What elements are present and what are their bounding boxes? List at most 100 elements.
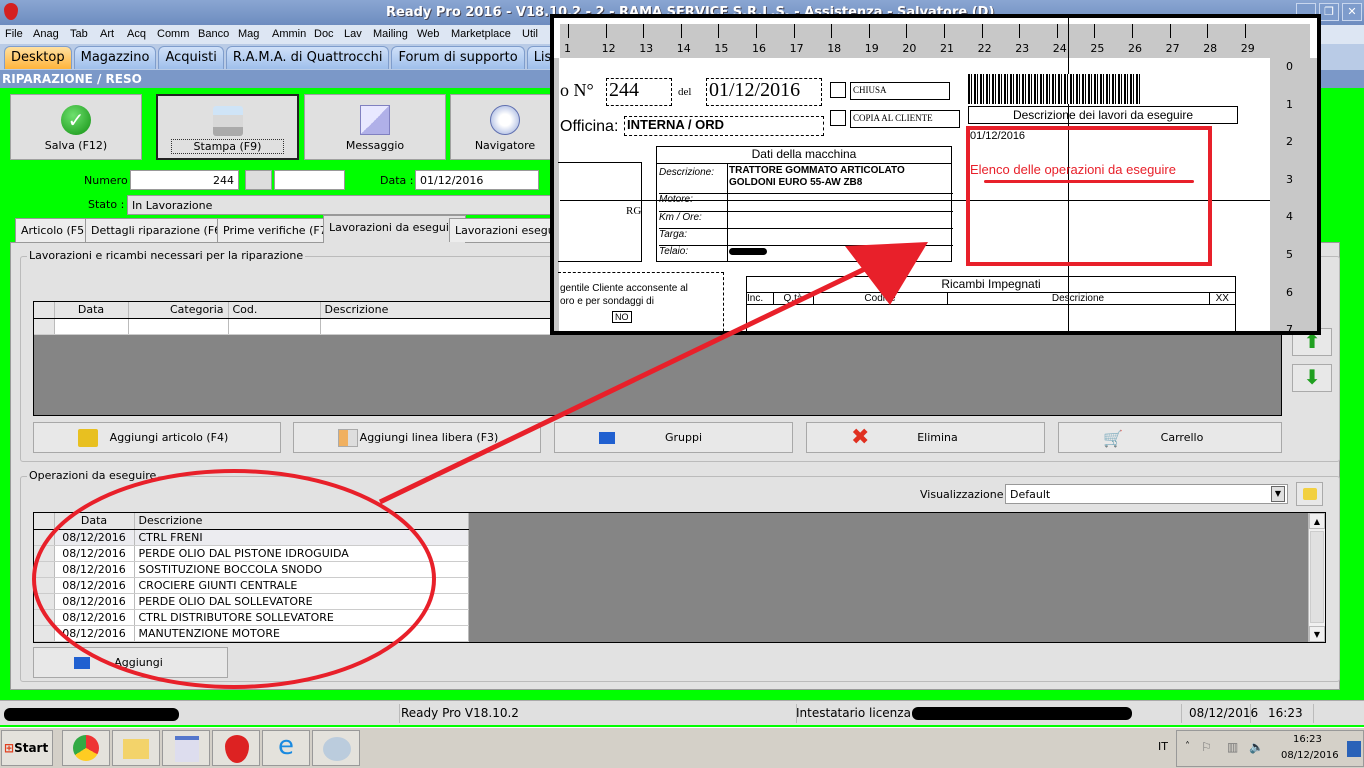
paint-icon[interactable] bbox=[312, 730, 360, 766]
volume-icon[interactable]: 🔈 bbox=[1249, 740, 1264, 754]
chrome-icon[interactable] bbox=[62, 730, 110, 766]
ruler-tick-label: 13 bbox=[639, 42, 654, 55]
carrello-label: Carrello bbox=[1160, 431, 1204, 444]
ruler-tick bbox=[643, 24, 645, 38]
menu-doc[interactable]: Doc bbox=[314, 28, 334, 40]
readypro-icon[interactable] bbox=[212, 730, 260, 766]
menu-anag[interactable]: Anag bbox=[33, 28, 59, 40]
row-header[interactable] bbox=[34, 625, 55, 642]
menu-ammin[interactable]: Ammin bbox=[272, 28, 306, 40]
tab-acquisti[interactable]: Acquisti bbox=[158, 46, 224, 69]
close-button[interactable]: ✕ bbox=[1342, 3, 1362, 21]
menu-comm[interactable]: Comm bbox=[157, 28, 189, 40]
explorer-icon[interactable] bbox=[112, 730, 160, 766]
row-header[interactable] bbox=[34, 545, 55, 562]
clock-date[interactable]: 08/12/2016 bbox=[1281, 750, 1339, 761]
cell-data: 08/12/2016 bbox=[54, 625, 135, 642]
tab-prime-verifiche[interactable]: Prime verifiche (F7) bbox=[217, 218, 337, 242]
internet-explorer-icon[interactable]: e bbox=[262, 730, 310, 766]
table-row[interactable]: 08/12/2016 MANUTENZIONE MOTORE bbox=[34, 625, 469, 642]
preview-col-codice: Codice bbox=[813, 293, 948, 305]
row-header[interactable] bbox=[34, 609, 55, 626]
gruppi-button[interactable]: Gruppi bbox=[554, 422, 793, 453]
row-header[interactable] bbox=[34, 561, 55, 578]
table-row[interactable]: 08/12/2016 CTRL FRENI bbox=[34, 529, 469, 546]
show-desktop-button[interactable] bbox=[1347, 741, 1361, 757]
row-header[interactable] bbox=[34, 593, 55, 610]
menu-mailing[interactable]: Mailing bbox=[373, 28, 408, 40]
table-row[interactable] bbox=[34, 318, 561, 335]
ruler-tick-label: 22 bbox=[977, 42, 992, 55]
preview-targa: Targa: bbox=[659, 228, 953, 240]
menu-banco[interactable]: Banco bbox=[198, 28, 229, 40]
aggiungi-button[interactable]: Aggiungi bbox=[33, 647, 228, 678]
table-row[interactable]: 08/12/2016 PERDE OLIO DAL PISTONE IDROGUI… bbox=[34, 545, 469, 562]
preview-ricambi-title: Ricambi Impegnati bbox=[747, 277, 1235, 293]
visualizzazione-label: Visualizzazione : bbox=[920, 488, 1011, 501]
start-button[interactable]: ⊞Start bbox=[1, 730, 53, 766]
chevron-down-icon[interactable]: ▼ bbox=[1271, 486, 1285, 502]
menu-lav[interactable]: Lav bbox=[344, 28, 362, 40]
tab-rama[interactable]: R.A.M.A. di Quattrocchi bbox=[225, 46, 390, 69]
menu-file[interactable]: File bbox=[5, 28, 23, 40]
data-input[interactable]: 01/12/2016 bbox=[415, 170, 539, 190]
numero-suffix-input[interactable] bbox=[274, 170, 345, 190]
tab-articolo[interactable]: Articolo (F5) bbox=[15, 218, 95, 242]
col-descrizione[interactable]: Descrizione bbox=[134, 513, 469, 530]
col-descrizione[interactable]: Descrizione bbox=[320, 302, 561, 319]
col-data[interactable]: Data bbox=[54, 513, 135, 530]
numero-suffix-button[interactable] bbox=[245, 170, 272, 190]
col-categoria[interactable]: Categoria bbox=[128, 302, 229, 319]
preview-motore: Motore: bbox=[659, 193, 953, 205]
restore-button[interactable]: ❐ bbox=[1319, 3, 1339, 21]
menu-util[interactable]: Util bbox=[522, 28, 538, 40]
row-header[interactable] bbox=[34, 529, 55, 546]
tab-forum[interactable]: Forum di supporto bbox=[391, 46, 525, 69]
menu-web[interactable]: Web bbox=[417, 28, 439, 40]
preview-date: 01/12/2016 bbox=[706, 78, 822, 106]
carrello-button[interactable]: 🛒 Carrello bbox=[1058, 422, 1282, 453]
tab-magazzino[interactable]: Magazzino bbox=[73, 46, 157, 69]
network-icon[interactable]: ▥ bbox=[1227, 740, 1238, 754]
menu-marketplace[interactable]: Marketplace bbox=[451, 28, 511, 40]
ruler-tick-label: 0 bbox=[1286, 60, 1293, 73]
menu-acq[interactable]: Acq bbox=[127, 28, 146, 40]
chevron-up-icon[interactable]: ˄ bbox=[1185, 741, 1190, 752]
numero-input[interactable]: 244 bbox=[130, 170, 239, 190]
flag-icon[interactable]: ⚐ bbox=[1201, 740, 1212, 754]
stampa-button[interactable]: Stampa (F9) bbox=[156, 94, 299, 160]
folder-icon bbox=[1303, 488, 1317, 500]
ruler-tick bbox=[568, 24, 569, 38]
messaggio-button[interactable]: Messaggio bbox=[304, 94, 446, 160]
language-indicator[interactable]: IT bbox=[1158, 740, 1168, 753]
vertical-scrollbar[interactable]: ▲ ▼ bbox=[1308, 513, 1325, 642]
menu-art[interactable]: Art bbox=[100, 28, 114, 40]
col-data[interactable]: Data bbox=[54, 302, 129, 319]
clock-time[interactable]: 16:23 bbox=[1293, 734, 1322, 745]
visualizzazione-select[interactable]: Default bbox=[1005, 484, 1288, 504]
redacted-license bbox=[912, 707, 1132, 720]
scroll-up-icon[interactable]: ▲ bbox=[1309, 513, 1325, 529]
table-row[interactable]: 08/12/2016 CROCIERE GIUNTI CENTRALE bbox=[34, 577, 469, 594]
menu-tab[interactable]: Tab bbox=[70, 28, 88, 40]
move-down-button[interactable]: ⬇ bbox=[1292, 364, 1332, 392]
aggiungi-linea-button[interactable]: Aggiungi linea libera (F3) bbox=[293, 422, 541, 453]
window-app-icon[interactable] bbox=[162, 730, 210, 766]
elimina-button[interactable]: ✖ Elimina bbox=[806, 422, 1045, 453]
table-row[interactable]: 08/12/2016 SOSTITUZIONE BOCCOLA SNODO bbox=[34, 561, 469, 578]
scroll-thumb[interactable] bbox=[1310, 531, 1324, 623]
tab-desktop[interactable]: Desktop bbox=[4, 46, 72, 69]
scroll-down-icon[interactable]: ▼ bbox=[1309, 626, 1325, 642]
col-cod[interactable]: Cod. bbox=[228, 302, 321, 319]
row-header[interactable] bbox=[34, 577, 55, 594]
menu-mag[interactable]: Mag bbox=[238, 28, 259, 40]
table-row[interactable]: 08/12/2016 PERDE OLIO DAL SOLLEVATORE bbox=[34, 593, 469, 610]
tab-dettagli[interactable]: Dettagli riparazione (F6) bbox=[85, 218, 232, 242]
aggiungi-articolo-button[interactable]: Aggiungi articolo (F4) bbox=[33, 422, 281, 453]
cell-data: 08/12/2016 bbox=[54, 545, 135, 562]
table-row[interactable]: 08/12/2016 CTRL DISTRIBUTORE SOLLEVATORE bbox=[34, 609, 469, 626]
tab-lavorazioni-da-eseguire[interactable]: Lavorazioni da eseguire bbox=[323, 215, 467, 243]
salva-button[interactable]: ✓ Salva (F12) bbox=[10, 94, 142, 160]
navigatore-button[interactable]: Navigatore bbox=[450, 94, 560, 160]
folder-button[interactable] bbox=[1296, 482, 1323, 506]
